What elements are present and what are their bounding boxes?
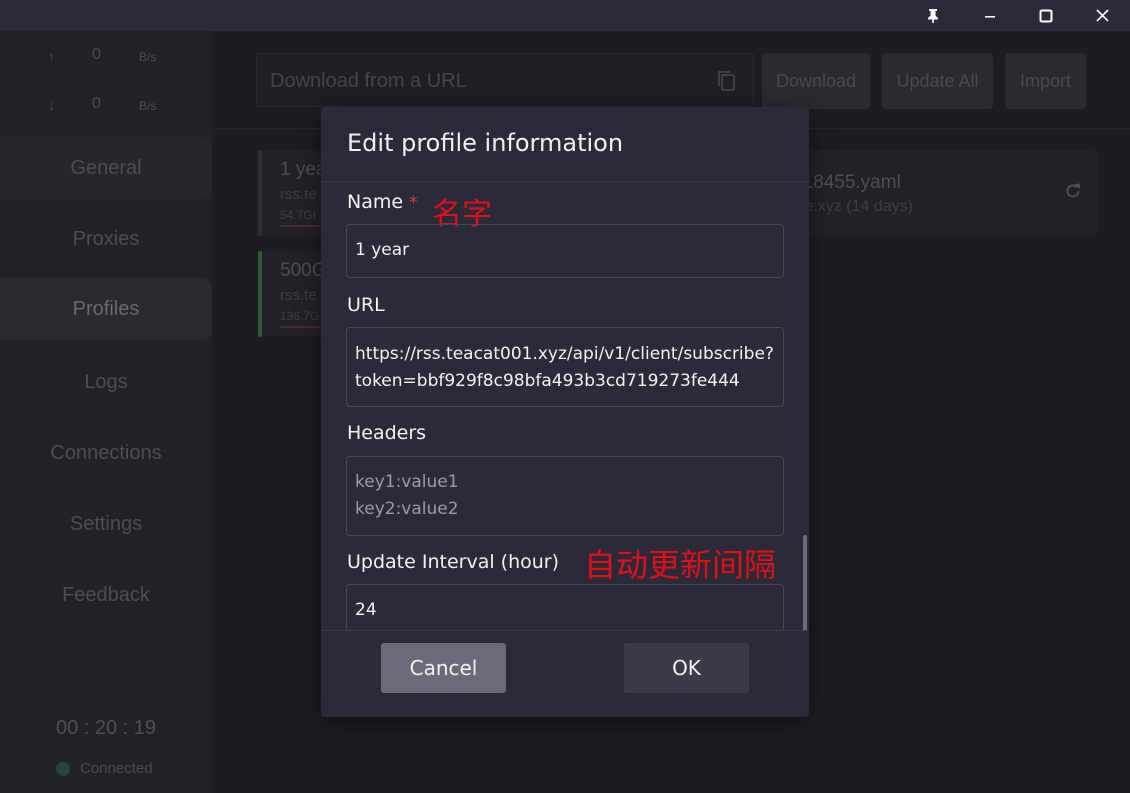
- interval-label: Update Interval (hour): [347, 551, 559, 573]
- headers-placeholder: key1:value1 key2:value2: [355, 472, 459, 519]
- dialog-body: Name * 名字 1 year URL https://rss.teacat00…: [321, 182, 809, 630]
- divider: [321, 630, 809, 631]
- dialog-scrollbar[interactable]: [803, 535, 807, 631]
- interval-value: 24: [355, 600, 377, 620]
- cancel-button[interactable]: Cancel: [381, 643, 506, 693]
- edit-profile-dialog: Edit profile information Name * 名字 1 year…: [321, 107, 809, 717]
- url-field[interactable]: https://rss.teacat001.xyz/api/v1/client/…: [346, 327, 784, 407]
- headers-label: Headers: [347, 422, 427, 444]
- headers-field[interactable]: key1:value1 key2:value2: [346, 456, 784, 536]
- dialog-title: Edit profile information: [347, 129, 624, 157]
- name-label-text: Name: [347, 191, 404, 213]
- url-value: https://rss.teacat001.xyz/api/v1/client/…: [355, 344, 774, 391]
- url-label: URL: [347, 294, 385, 316]
- interval-field[interactable]: 24: [346, 584, 784, 630]
- name-field[interactable]: 1 year: [346, 224, 784, 278]
- name-value: 1 year: [355, 240, 410, 260]
- name-label: Name *: [347, 191, 418, 213]
- ok-button[interactable]: OK: [624, 643, 749, 693]
- required-mark: *: [409, 193, 418, 213]
- interval-annotation: 自动更新间隔: [584, 546, 777, 584]
